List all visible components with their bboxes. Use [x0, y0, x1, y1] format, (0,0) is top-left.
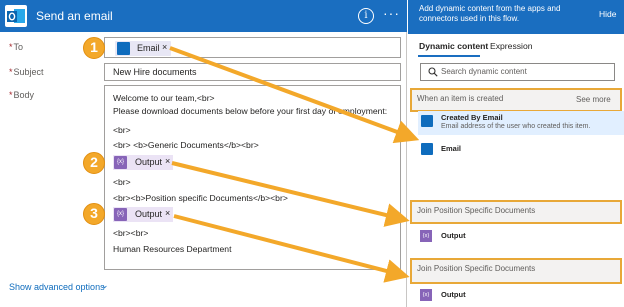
subject-field[interactable]: New Hire documents: [104, 63, 401, 81]
required-mark: *: [9, 42, 13, 52]
section-header: When an item is created See more: [410, 88, 622, 112]
tab-dynamic-content[interactable]: Dynamic content: [419, 41, 488, 51]
hide-button[interactable]: Hide: [599, 9, 616, 19]
section-title: When an item is created: [417, 94, 504, 103]
body-line: Welcome to our team,<br>: [113, 93, 215, 103]
body-line: <br>: [113, 177, 131, 187]
required-mark: *: [9, 67, 13, 77]
item-description: Email address of the user who created th…: [441, 123, 591, 130]
subject-label-text: Subject: [13, 67, 44, 77]
outlook-icon: [117, 42, 130, 55]
body-line: <br><br>: [113, 228, 149, 238]
item-title: Created By Email: [441, 113, 503, 122]
dynamic-content-panel: Add dynamic content from the apps and co…: [408, 0, 624, 307]
item-title: Email: [441, 144, 462, 153]
body-line: Human Resources Department: [113, 244, 232, 254]
body-label: *Body: [9, 90, 34, 100]
show-advanced-options-link[interactable]: Show advanced options: [9, 282, 105, 292]
dynamic-item-output[interactable]: {x} Output: [418, 227, 624, 245]
active-tab-indicator: [418, 55, 480, 57]
panel-description: Add dynamic content from the apps and co…: [419, 4, 561, 23]
body-line: <br> <b>Generic Documents</b><br>: [113, 140, 259, 150]
remove-token-icon[interactable]: ×: [162, 42, 167, 52]
section-title: Join Position Specific Documents: [417, 206, 536, 215]
panel-header: Add dynamic content from the apps and co…: [408, 0, 624, 34]
section-header: Join Position Specific Documents: [410, 258, 622, 284]
required-mark: *: [9, 90, 13, 100]
more-options-icon[interactable]: ···: [383, 5, 400, 21]
dynamic-item-output[interactable]: {x} Output: [418, 286, 624, 304]
body-line: <br>: [113, 125, 131, 135]
callout-badge: 2: [83, 152, 105, 174]
see-more-link[interactable]: See more: [576, 95, 611, 104]
dynamic-item-created-by-email[interactable]: Created By Email Email address of the us…: [418, 111, 624, 135]
variable-icon: {x}: [114, 156, 127, 169]
dynamic-item-email[interactable]: Email: [418, 140, 624, 158]
info-icon[interactable]: i: [358, 8, 374, 24]
outlook-icon: [421, 115, 433, 127]
search-icon: [428, 67, 438, 77]
card-title: Send an email: [36, 9, 113, 23]
section-header: Join Position Specific Documents: [410, 200, 622, 224]
to-label: *To: [9, 42, 23, 52]
subject-value: New Hire documents: [113, 67, 197, 77]
remove-token-icon[interactable]: ×: [165, 156, 170, 166]
outlook-icon: [421, 143, 433, 155]
card-header[interactable]: Send an email i ···: [0, 0, 407, 32]
output-token[interactable]: {x} Output ×: [113, 155, 173, 170]
tab-expression[interactable]: Expression: [490, 41, 533, 51]
body-label-text: Body: [13, 90, 35, 100]
callout-badge: 3: [83, 203, 105, 225]
to-label-text: To: [13, 42, 24, 52]
variable-icon: {x}: [420, 289, 432, 301]
output-token-label: Output: [135, 209, 163, 219]
item-title: Output: [441, 231, 466, 240]
search-placeholder: Search dynamic content: [441, 67, 527, 76]
chevron-down-icon[interactable]: ⌄: [101, 280, 109, 291]
output-token[interactable]: {x} Output ×: [113, 207, 173, 222]
variable-icon: {x}: [114, 208, 127, 221]
remove-token-icon[interactable]: ×: [165, 208, 170, 218]
section-title: Join Position Specific Documents: [417, 264, 536, 273]
subject-label: *Subject: [9, 67, 44, 77]
body-line: <br><b>Position specific Documents</b><b…: [113, 193, 288, 203]
email-token[interactable]: Email ×: [115, 41, 171, 56]
variable-icon: {x}: [420, 230, 432, 242]
output-token-label: Output: [135, 157, 163, 167]
send-email-card: Send an email i ··· *To *Subject *Body E…: [0, 0, 407, 307]
callout-badge: 1: [83, 37, 105, 59]
outlook-icon: [5, 5, 27, 27]
item-title: Output: [441, 290, 466, 299]
email-token-label: Email: [137, 43, 160, 53]
search-input[interactable]: Search dynamic content: [420, 63, 615, 81]
body-line: Please download documents below before y…: [113, 106, 388, 116]
